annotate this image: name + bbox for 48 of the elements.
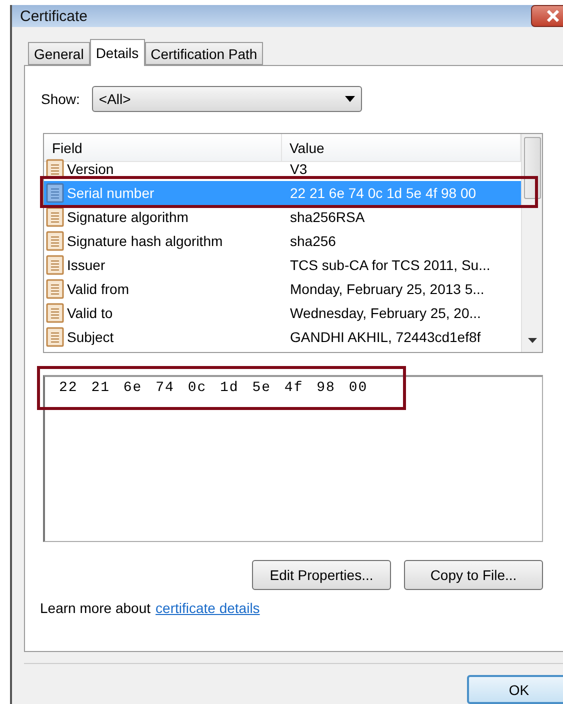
field-value: V3: [289, 161, 308, 177]
field-value: Wednesday, February 25, 20...: [289, 305, 481, 321]
value-text-area[interactable]: 22 21 6e 74 0c 1d 5e 4f 98 00: [43, 375, 543, 542]
show-dropdown[interactable]: <All>: [92, 86, 362, 112]
list-row[interactable]: Subject GANDHI AKHIL, 72443cd1ef8f: [44, 325, 521, 349]
dialog-button[interactable]: Edit Properties...: [252, 560, 391, 590]
document-icon: [46, 231, 64, 251]
list-row[interactable]: Signature algorithm sha256RSA: [44, 205, 521, 229]
document-icon: [46, 159, 64, 179]
caret-icon: [344, 96, 355, 102]
scrollbar-thumb[interactable]: [524, 137, 540, 199]
tab[interactable]: Certification Path: [144, 42, 264, 65]
window-title: Certificate: [20, 8, 88, 24]
field-name: Signature hash algorithm: [67, 233, 223, 249]
field-value: GANDHI AKHIL, 72443cd1ef8f: [289, 329, 481, 345]
field-value: sha256: [289, 233, 336, 249]
list-row[interactable]: Valid from Monday, February 25, 2013 5...: [44, 277, 521, 301]
close-button[interactable]: [531, 5, 563, 27]
list-row[interactable]: Issuer TCS sub-CA for TCS 2011, Su...: [44, 253, 521, 277]
tab[interactable]: General: [28, 42, 90, 65]
field-name: Valid from: [67, 281, 129, 297]
serial-value: 22 21 6e 74 0c 1d 5e 4f 98 00: [59, 380, 368, 396]
document-icon: [46, 279, 64, 299]
document-icon: [46, 327, 64, 347]
scroll-down-icon[interactable]: [528, 338, 536, 343]
field-name: Serial number: [67, 185, 154, 201]
ok-button[interactable]: OK: [467, 675, 563, 704]
list-row[interactable]: Signature hash algorithm sha256: [44, 229, 521, 253]
document-icon: [46, 303, 64, 323]
close-icon: [546, 10, 560, 22]
field-name: Signature algorithm: [67, 209, 188, 225]
show-label: Show:: [41, 91, 80, 107]
tab[interactable]: Details: [90, 39, 145, 66]
document-icon: [46, 207, 64, 227]
field-name: Subject: [67, 329, 114, 345]
field-name: Valid to: [67, 305, 113, 321]
details-link[interactable]: certificate details: [156, 600, 260, 616]
document-icon: [46, 183, 64, 203]
learn-more-text: Learn more about: [40, 600, 151, 616]
field-name: Issuer: [67, 257, 106, 273]
field-value: sha256RSA: [289, 209, 365, 225]
field-value: 22 21 6e 74 0c 1d 5e 4f 98 00: [289, 185, 476, 201]
field-name: Version: [67, 161, 114, 177]
field-value: Monday, February 25, 2013 5...: [289, 281, 484, 297]
dialog-button[interactable]: Copy to File...: [404, 560, 543, 590]
document-icon: [46, 255, 64, 275]
field-value: TCS sub-CA for TCS 2011, Su...: [289, 257, 490, 273]
list-row[interactable]: Valid to Wednesday, February 25, 20...: [44, 301, 521, 325]
